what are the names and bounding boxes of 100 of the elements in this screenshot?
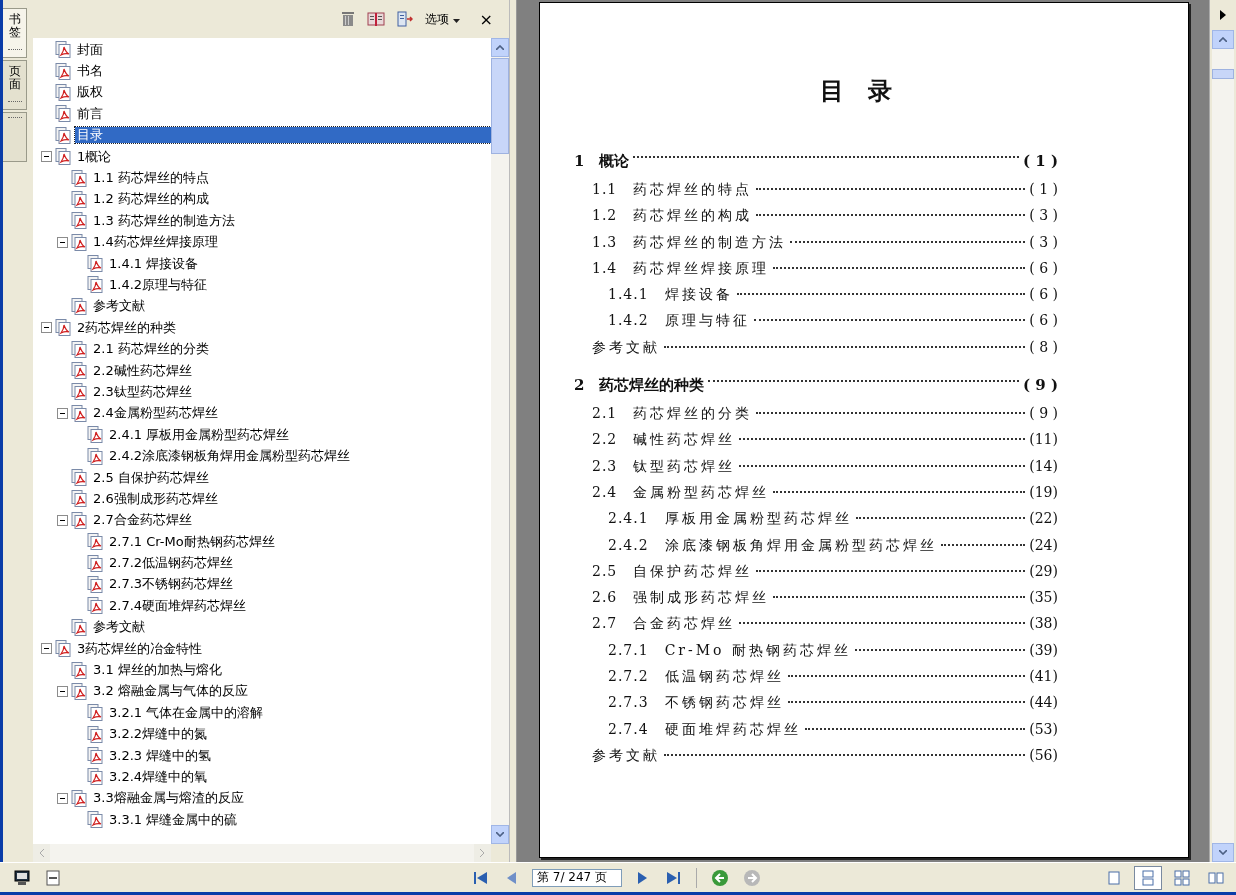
collapse-toggle[interactable] — [57, 514, 68, 526]
toc-number: 2 — [574, 376, 586, 395]
bookmark-item[interactable]: 1.4.2原理与特征 — [107, 277, 210, 293]
bookmark-item[interactable]: 1概论 — [75, 148, 114, 165]
bookmark-item[interactable]: 1.2 药芯焊丝的构成 — [91, 191, 211, 208]
scroll-thumb[interactable] — [1212, 69, 1234, 79]
bookmark-item[interactable]: 3.2.1 气体在金属中的溶解 — [107, 704, 266, 721]
collapse-toggle[interactable] — [41, 643, 52, 655]
monitor-icon[interactable] — [14, 869, 30, 886]
book-icon[interactable] — [366, 11, 385, 27]
bookmark-item[interactable]: 3.2 熔融金属与气体的反应 — [91, 683, 250, 700]
scroll-up-icon[interactable] — [1219, 37, 1227, 42]
pdf-page-icon — [71, 212, 88, 230]
bookmark-item[interactable]: 2药芯焊丝的种类 — [75, 319, 179, 336]
bookmark-item[interactable]: 前言 — [75, 105, 105, 122]
toc-page-number: (44) — [1029, 694, 1058, 711]
bookmark-item[interactable]: 3.1 焊丝的加热与熔化 — [91, 662, 224, 678]
pdf-page-icon — [87, 426, 104, 444]
scroll-down-icon[interactable] — [496, 832, 504, 837]
collapse-toggle[interactable] — [41, 151, 52, 163]
collapse-toggle[interactable] — [57, 792, 68, 804]
toc-entry: 合金药芯焊丝 — [633, 615, 736, 634]
bookmark-item[interactable]: 封面 — [75, 41, 105, 58]
toc-entry: Cr-Mo 耐热钢药芯焊丝 — [664, 641, 851, 660]
stacked-pages-icon — [1141, 869, 1155, 886]
bookmark-item[interactable]: 3.2.4焊缝中的氧 — [107, 768, 210, 785]
bookmark-item[interactable]: 1.3 药芯焊丝的制造方法 — [91, 212, 237, 229]
bookmark-item[interactable]: 2.7.1 Cr-Mo耐热钢药芯焊丝 — [107, 533, 277, 550]
pdf-page-icon — [71, 383, 88, 401]
bookmark-item[interactable]: 1.4.1 焊接设备 — [107, 255, 201, 272]
trash-icon[interactable] — [340, 11, 355, 27]
pdf-page-icon — [71, 661, 88, 679]
bookmark-item[interactable]: 参考文献 — [91, 298, 147, 315]
toc-entry: 概论 — [599, 151, 630, 171]
toc-page-number: ( 3 ) — [1029, 207, 1058, 224]
toc-entry: 药芯焊丝的特点 — [633, 181, 753, 199]
bookmark-item[interactable]: 3.2.3 焊缝中的氢 — [107, 747, 214, 764]
toc-page-number: (22) — [1029, 510, 1058, 527]
collapse-toggle[interactable] — [41, 322, 52, 334]
toc-number: 2.4.2 — [608, 536, 649, 553]
bookmark-item[interactable]: 1.1 药芯焊丝的特点 — [91, 170, 211, 187]
bookmark-item[interactable]: 1.4药芯焊丝焊接原理 — [91, 234, 220, 251]
panel-icon[interactable] — [46, 869, 60, 886]
scroll-down-icon[interactable] — [1219, 850, 1227, 855]
close-button[interactable]: × — [477, 9, 495, 29]
pdf-page-icon — [87, 276, 104, 294]
panel-tab[interactable] — [3, 112, 27, 162]
toc-page-number: ( 1 ) — [1022, 152, 1058, 170]
pdf-page-icon — [55, 105, 72, 123]
bookmark-item[interactable]: 目录 — [75, 127, 491, 144]
scrollbar[interactable] — [491, 38, 509, 844]
bookmark-item[interactable]: 2.4.1 厚板用金属粉型药芯焊丝 — [107, 426, 292, 443]
document-arrow-icon[interactable] — [396, 11, 413, 27]
bookmark-item[interactable]: 2.6强制成形药芯焊丝 — [91, 490, 220, 507]
pdf-page-icon — [71, 789, 88, 807]
scrollbar[interactable] — [1212, 30, 1234, 862]
bookmark-item[interactable]: 3.2.2焊缝中的氮 — [107, 726, 210, 743]
toc-entry: 金属粉型药芯焊丝 — [633, 483, 770, 502]
toc-entry: 药芯焊丝的制造方法 — [633, 233, 787, 252]
pdf-page-icon — [55, 319, 72, 337]
bookmark-item[interactable]: 3.3.1 焊缝金属中的硫 — [107, 811, 240, 828]
page-number-field[interactable]: 第 7/ 247 页 — [532, 868, 622, 887]
toc-entry: 药芯焊丝焊接原理 — [633, 259, 770, 278]
bookmark-item[interactable]: 版权 — [75, 84, 105, 101]
options-button[interactable]: 选项 — [424, 10, 460, 28]
pdf-page-icon — [55, 640, 72, 658]
toc-entry: 参考文献 — [592, 746, 660, 765]
collapse-toggle[interactable] — [57, 407, 68, 419]
bookmark-item[interactable]: 2.5 自保护药芯焊丝 — [91, 469, 211, 486]
scroll-thumb[interactable] — [491, 58, 509, 154]
first-page-icon[interactable] — [472, 869, 490, 886]
toc-entry: 药芯焊丝的种类 — [599, 375, 705, 395]
view-mode-button[interactable] — [1134, 865, 1162, 890]
panel-tab[interactable]: 书签 — [3, 8, 27, 58]
bookmark-item[interactable]: 书名 — [75, 63, 105, 80]
bookmark-item[interactable]: 2.3钛型药芯焊丝 — [91, 383, 194, 400]
pdf-page-icon — [87, 554, 104, 572]
toc-page-number: ( 6 ) — [1029, 259, 1058, 276]
last-page-icon[interactable] — [664, 869, 682, 886]
bookmark-item[interactable]: 参考文献 — [91, 619, 147, 636]
bookmark-item[interactable]: 2.7.4硬面堆焊药芯焊丝 — [107, 597, 249, 614]
bookmark-item[interactable]: 2.4金属粉型药芯焊丝 — [91, 405, 220, 422]
pdf-page-icon — [55, 126, 72, 144]
bookmark-item[interactable]: 2.7.2低温钢药芯焊丝 — [107, 555, 236, 572]
bookmark-item[interactable]: 3药芯焊丝的冶金特性 — [75, 640, 205, 657]
bookmark-item[interactable]: 2.7合金药芯焊丝 — [91, 512, 194, 529]
bookmark-item[interactable]: 2.7.3不锈钢药芯焊丝 — [107, 576, 236, 593]
back-icon[interactable] — [711, 868, 729, 887]
collapse-toggle[interactable] — [57, 236, 68, 248]
toc-entry: 硬面堆焊药芯焊丝 — [664, 720, 801, 739]
scroll-up-icon[interactable] — [496, 45, 504, 50]
toc-number: 2.7 — [592, 615, 618, 632]
bookmark-item[interactable]: 2.2碱性药芯焊丝 — [91, 362, 194, 379]
expand-arrow-icon[interactable] — [1220, 10, 1226, 20]
pdf-page-icon — [71, 233, 88, 251]
collapse-toggle[interactable] — [57, 685, 68, 697]
bookmark-item[interactable]: 2.1 药芯焊丝的分类 — [91, 341, 211, 358]
bookmark-item[interactable]: 3.3熔融金属与熔渣的反应 — [91, 790, 246, 807]
bookmark-item[interactable]: 2.4.2涂底漆钢板角焊用金属粉型药芯焊丝 — [107, 448, 353, 465]
panel-tab[interactable]: 页面 — [3, 60, 27, 110]
